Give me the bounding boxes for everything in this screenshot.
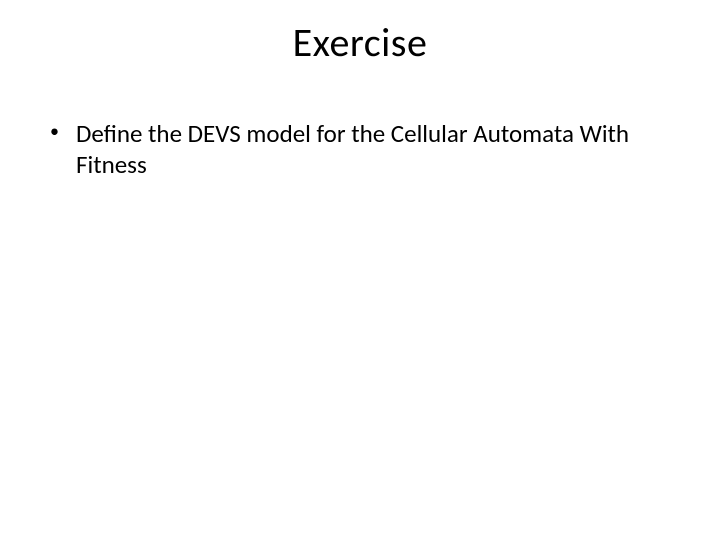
bullet-text: Define the DEVS model for the Cellular A… [76,118,670,181]
bullet-icon: • [50,118,76,143]
slide-body: • Define the DEVS model for the Cellular… [50,118,670,181]
slide: Exercise • Define the DEVS model for the… [0,0,720,540]
slide-title: Exercise [0,18,720,67]
list-item: • Define the DEVS model for the Cellular… [50,118,670,181]
